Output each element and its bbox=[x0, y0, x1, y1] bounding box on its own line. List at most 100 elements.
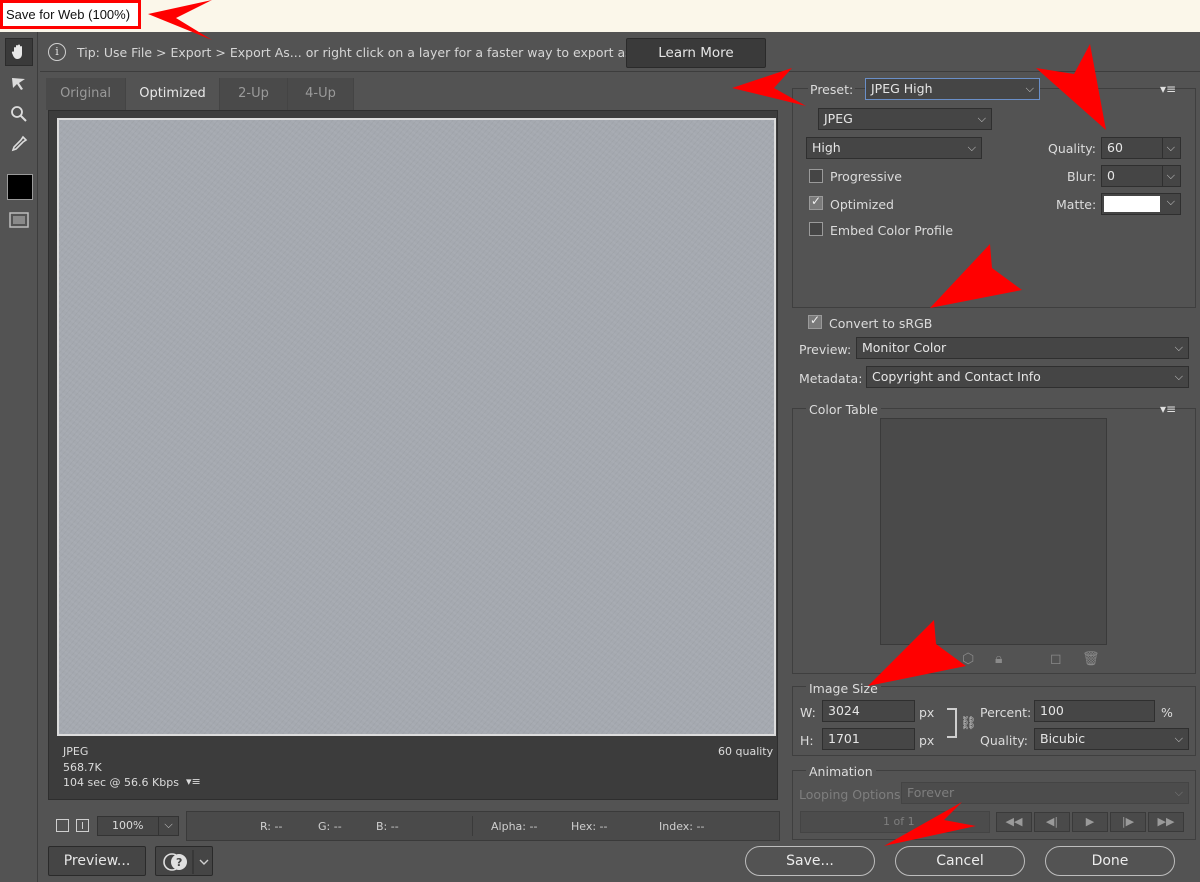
preset-select[interactable]: JPEG High ⌵ bbox=[865, 78, 1040, 100]
image-format: JPEG bbox=[63, 745, 89, 758]
eyedropper-tool[interactable] bbox=[5, 130, 33, 158]
tool-bar bbox=[0, 32, 38, 882]
tab-optimized[interactable]: Optimized bbox=[126, 78, 220, 110]
looping-options-select[interactable]: Forever ⌵ bbox=[901, 782, 1189, 804]
learn-more-button[interactable]: Learn More bbox=[626, 38, 766, 68]
readout-alpha: Alpha: -- bbox=[491, 820, 538, 833]
resample-quality-select[interactable]: Bicubic ⌵ bbox=[1034, 728, 1189, 750]
chevron-down-icon: ⌵ bbox=[1174, 341, 1183, 354]
chevron-down-icon: ⌵ bbox=[977, 112, 986, 125]
optimized-label: Optimized bbox=[830, 197, 894, 212]
save-button[interactable]: Save... bbox=[745, 846, 875, 876]
slices-visibility-icon bbox=[9, 212, 29, 228]
resample-quality-value: Bicubic bbox=[1040, 731, 1086, 746]
previous-frame-icon[interactable]: ◀| bbox=[1034, 812, 1070, 832]
chevron-down-icon: ⌵ bbox=[1174, 732, 1183, 745]
quality-value: 60 bbox=[1107, 140, 1123, 155]
matte-label: Matte: bbox=[1056, 197, 1097, 212]
zoom-tool[interactable] bbox=[5, 100, 33, 128]
toggle-slices-tool[interactable] bbox=[5, 206, 33, 234]
optimized-image-preview[interactable] bbox=[57, 118, 776, 736]
quality-readout: 60 quality bbox=[718, 745, 774, 758]
device-preview-button[interactable]: ? bbox=[155, 846, 213, 876]
width-label: W: bbox=[800, 705, 816, 720]
width-unit: px bbox=[919, 705, 935, 720]
progressive-checkbox[interactable] bbox=[809, 169, 823, 183]
quality-input[interactable]: 60 ⌵ bbox=[1101, 137, 1181, 159]
frame-counter: 1 of 1 bbox=[800, 811, 990, 833]
tab-2-up[interactable]: 2-Up bbox=[220, 78, 288, 110]
looping-options-label: Looping Options: bbox=[799, 787, 905, 802]
chevron-down-icon: ⌵ bbox=[1161, 166, 1175, 186]
compression-quality-select[interactable]: High ⌵ bbox=[806, 137, 982, 159]
chevron-down-icon: ⌵ bbox=[158, 816, 178, 836]
width-input[interactable]: 3024 bbox=[822, 700, 915, 722]
readout-r: R: -- bbox=[260, 820, 283, 833]
chevron-down-icon: ⌵ bbox=[1161, 138, 1175, 158]
svg-text:?: ? bbox=[176, 856, 182, 869]
preset-label: Preset: bbox=[808, 82, 856, 97]
title-bar bbox=[0, 0, 1200, 32]
preset-value: JPEG High bbox=[871, 81, 933, 96]
chevron-down-icon: ⌵ bbox=[967, 141, 976, 154]
compression-quality-value: High bbox=[812, 140, 841, 155]
tip-text: Tip: Use File > Export > Export As... or… bbox=[77, 45, 658, 60]
animation-title: Animation bbox=[806, 764, 876, 779]
preview-color-value: Monitor Color bbox=[862, 340, 947, 355]
embed-color-profile-label: Embed Color Profile bbox=[830, 223, 954, 238]
new-color-icon[interactable]: ◻ bbox=[1050, 651, 1062, 667]
blur-value: 0 bbox=[1107, 168, 1115, 183]
preview-color-select[interactable]: Monitor Color ⌵ bbox=[856, 337, 1189, 359]
tab-4-up[interactable]: 4-Up bbox=[288, 78, 354, 110]
constrain-bracket bbox=[947, 708, 957, 738]
readout-index: Index: -- bbox=[659, 820, 705, 833]
play-icon[interactable]: ▶ bbox=[1072, 812, 1108, 832]
resample-quality-label: Quality: bbox=[980, 733, 1028, 748]
tip-bar: i Tip: Use File > Export > Export As... … bbox=[40, 34, 1200, 72]
blur-label: Blur: bbox=[1067, 169, 1097, 184]
device-preview-icon: ? bbox=[163, 850, 209, 874]
percent-label: Percent: bbox=[980, 705, 1032, 720]
color-readout-bar: R: -- G: -- B: -- Alpha: -- Hex: -- Inde… bbox=[186, 811, 780, 841]
preview-button[interactable]: Preview... bbox=[48, 846, 146, 876]
height-input[interactable]: 1701 bbox=[822, 728, 915, 750]
zoom-out-icon[interactable] bbox=[56, 819, 69, 832]
download-time: 104 sec @ 56.6 Kbps bbox=[63, 776, 179, 789]
eyedropper-color-swatch[interactable] bbox=[7, 174, 33, 200]
color-table-menu-icon[interactable]: ▾≡ bbox=[1160, 402, 1176, 416]
trash-icon[interactable]: 🗑︎ bbox=[1082, 651, 1100, 667]
last-frame-icon[interactable]: ▶▶ bbox=[1148, 812, 1184, 832]
zoom-level-select[interactable]: 100% ⌵ bbox=[97, 816, 179, 836]
blur-input[interactable]: 0 ⌵ bbox=[1101, 165, 1181, 187]
slice-select-icon bbox=[12, 78, 25, 90]
file-format-select[interactable]: JPEG ⌵ bbox=[818, 108, 992, 130]
file-format-value: JPEG bbox=[824, 111, 853, 126]
hand-tool[interactable] bbox=[5, 38, 33, 66]
download-speed-menu-icon[interactable]: ▾≡ bbox=[186, 775, 201, 788]
optimized-checkbox[interactable] bbox=[809, 194, 823, 210]
embed-color-profile-checkbox[interactable] bbox=[809, 222, 823, 236]
link-proportions-icon[interactable]: ⛓︎ bbox=[960, 716, 977, 731]
tab-original[interactable]: Original bbox=[46, 78, 126, 110]
done-button[interactable]: Done bbox=[1045, 846, 1175, 876]
slice-select-tool[interactable] bbox=[5, 70, 33, 98]
metadata-value: Copyright and Contact Info bbox=[872, 369, 1041, 384]
web-shift-icon[interactable]: ⬡ bbox=[962, 651, 974, 667]
image-file-size: 568.7K bbox=[63, 761, 102, 774]
view-tabs: Original Optimized 2-Up 4-Up bbox=[46, 78, 784, 110]
readout-hex: Hex: -- bbox=[571, 820, 608, 833]
image-size-title: Image Size bbox=[806, 681, 881, 696]
color-table-swatches bbox=[880, 418, 1107, 645]
optimize-menu-icon[interactable]: ▾≡ bbox=[1160, 82, 1176, 96]
percent-input[interactable]: 100 bbox=[1034, 700, 1155, 722]
readout-g: G: -- bbox=[318, 820, 342, 833]
convert-srgb-checkbox[interactable] bbox=[808, 313, 822, 329]
zoom-in-icon[interactable] bbox=[76, 819, 89, 832]
info-icon: i bbox=[48, 43, 66, 61]
first-frame-icon[interactable]: ◀◀ bbox=[996, 812, 1032, 832]
matte-color-select[interactable]: ⌵ bbox=[1101, 193, 1181, 215]
cancel-button[interactable]: Cancel bbox=[895, 846, 1025, 876]
metadata-select[interactable]: Copyright and Contact Info ⌵ bbox=[866, 366, 1189, 388]
next-frame-icon[interactable]: |▶ bbox=[1110, 812, 1146, 832]
lock-color-icon[interactable]: 🔒︎ bbox=[995, 651, 1002, 667]
